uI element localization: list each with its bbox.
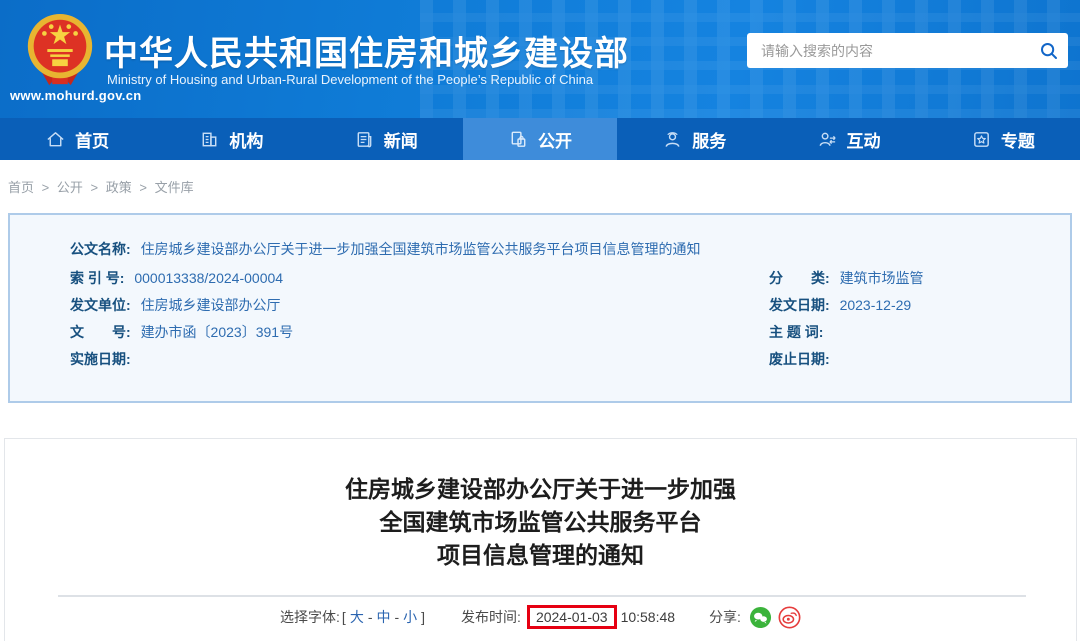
article-title-line: 住房城乡建设部办公厅关于进一步加强 — [345, 476, 736, 502]
breadcrumb-item-home[interactable]: 首页 — [8, 180, 34, 195]
breadcrumb-item-disclosure[interactable]: 公开 — [57, 180, 83, 195]
page: www.mohurd.gov.cn 中华人民共和国住房和城乡建设部 Minist… — [0, 0, 1080, 641]
nav-label: 互动 — [846, 131, 881, 151]
nav-item-home[interactable]: 首页 — [0, 118, 154, 160]
article-title: 住房城乡建设部办公厅关于进一步加强 全国建筑市场监管公共服务平台 项目信息管理的… — [5, 473, 1076, 572]
article-card: 住房城乡建设部办公厅关于进一步加强 全国建筑市场监管公共服务平台 项目信息管理的… — [4, 438, 1077, 641]
site-header: www.mohurd.gov.cn 中华人民共和国住房和城乡建设部 Minist… — [0, 0, 1080, 118]
meta-value: 住房城乡建设部办公厅关于进一步加强全国建筑市场监管公共服务平台项目信息管理的通知 — [140, 241, 701, 257]
interaction-icon — [819, 132, 836, 146]
search-input[interactable] — [747, 42, 1030, 59]
nav-item-organization[interactable]: 机构 — [154, 118, 308, 160]
meta-field-subject-words: 主 题 词: — [769, 319, 1070, 346]
weibo-icon[interactable] — [778, 606, 801, 629]
publish-time-label: 发布时间: — [461, 609, 521, 625]
site-url: www.mohurd.gov.cn — [10, 88, 142, 103]
article-meta-line: 选择字体: [ 大 - 中 - 小 ] 发布时间: 2024-01-03 10:… — [5, 605, 1076, 629]
font-selector-label: 选择字体: — [280, 609, 340, 625]
meta-label: 发文日期: — [769, 297, 830, 313]
service-icon — [665, 131, 680, 147]
bracket-open: [ — [341, 609, 346, 625]
breadcrumb-separator: > — [90, 180, 99, 195]
national-emblem-icon — [27, 13, 93, 86]
meta-field-index-number: 索 引 号: 000013338/2024-00004 — [70, 265, 769, 292]
publish-time: 发布时间: 2024-01-03 10:58:48 — [461, 605, 675, 629]
nav-label: 公开 — [537, 131, 572, 151]
nav-label: 新闻 — [383, 131, 418, 151]
share-bar: 分享: — [709, 606, 801, 629]
breadcrumb-item-policy[interactable]: 政策 — [106, 180, 132, 195]
meta-value: 建筑市场监管 — [839, 270, 924, 286]
share-label: 分享: — [709, 609, 741, 625]
meta-label: 公文名称: — [70, 241, 131, 257]
site-subtitle: Ministry of Housing and Urban-Rural Deve… — [107, 72, 594, 87]
meta-field-doc-name: 公文名称: 住房城乡建设部办公厅关于进一步加强全国建筑市场监管公共服务平台项目信… — [70, 236, 1070, 263]
nav-label: 专题 — [1000, 131, 1035, 151]
font-size-small-button[interactable]: 小 — [403, 607, 417, 627]
bracket-close: ] — [421, 609, 426, 625]
breadcrumb-separator: > — [41, 180, 50, 195]
meta-field-repeal-date: 废止日期: — [769, 346, 1070, 373]
nav-item-service[interactable]: 服务 — [617, 118, 771, 160]
separator: - — [367, 609, 373, 625]
search-box — [747, 33, 1068, 68]
title-divider — [58, 595, 1026, 597]
meta-label: 发文单位: — [70, 297, 131, 313]
document-meta-card: 公文名称: 住房城乡建设部办公厅关于进一步加强全国建筑市场监管公共服务平台项目信… — [8, 213, 1072, 403]
nav-label: 首页 — [75, 131, 110, 151]
nav-item-interaction[interactable]: 互动 — [771, 118, 925, 160]
article-title-line: 全国建筑市场监管公共服务平台 — [379, 509, 702, 535]
search-icon — [1041, 42, 1057, 59]
breadcrumb: 首页 > 公开 > 政策 > 文件库 — [0, 160, 1080, 215]
disclosure-icon — [511, 131, 526, 147]
national-emblem — [22, 12, 98, 95]
nav-item-topics[interactable]: 专题 — [926, 118, 1080, 160]
article-title-line: 项目信息管理的通知 — [437, 542, 644, 568]
home-icon — [47, 131, 64, 146]
meta-field-issuing-unit: 发文单位: 住房城乡建设部办公厅 — [70, 292, 769, 319]
font-size-large-button[interactable]: 大 — [350, 607, 364, 627]
site-title: 中华人民共和国住房和城乡建设部 — [104, 35, 629, 73]
nav-item-news[interactable]: 新闻 — [309, 118, 463, 160]
meta-field-doc-number: 文 号: 建办市函〔2023〕391号 — [70, 319, 769, 346]
nav-label: 机构 — [229, 131, 264, 151]
topics-icon — [973, 131, 989, 147]
main-nav: 首页 机构 新闻 公开 服务 互动 专题 — [0, 118, 1080, 160]
meta-field-issue-date: 发文日期: 2023-12-29 — [769, 292, 1070, 319]
news-icon — [357, 131, 372, 147]
meta-label: 废止日期: — [769, 351, 830, 367]
meta-label: 文 号: — [70, 324, 131, 340]
meta-label: 索 引 号: — [70, 270, 125, 286]
nav-label: 服务 — [692, 131, 727, 151]
meta-field-category: 分 类: 建筑市场监管 — [769, 265, 1070, 292]
breadcrumb-separator: > — [139, 180, 147, 195]
publish-time-value: 10:58:48 — [620, 609, 676, 625]
organization-icon — [203, 132, 217, 146]
meta-value: 000013338/2024-00004 — [134, 270, 284, 286]
meta-value: 2023-12-29 — [839, 297, 912, 313]
search-button[interactable] — [1030, 33, 1068, 68]
nav-item-disclosure[interactable]: 公开 — [462, 118, 618, 160]
meta-label: 实施日期: — [70, 351, 131, 367]
wechat-icon[interactable] — [749, 606, 772, 629]
font-size-medium-button[interactable]: 中 — [376, 607, 390, 627]
meta-value: 建办市函〔2023〕391号 — [140, 324, 294, 340]
separator: - — [394, 609, 400, 625]
meta-value: 住房城乡建设部办公厅 — [140, 297, 281, 313]
meta-label: 分 类: — [769, 270, 830, 286]
publish-date-highlight: 2024-01-03 — [526, 605, 617, 629]
font-size-selector: 选择字体: [ 大 - 中 - 小 ] — [280, 607, 427, 627]
meta-field-effective-date: 实施日期: — [70, 346, 769, 373]
breadcrumb-item-library[interactable]: 文件库 — [155, 180, 194, 195]
meta-label: 主 题 词: — [769, 324, 824, 340]
